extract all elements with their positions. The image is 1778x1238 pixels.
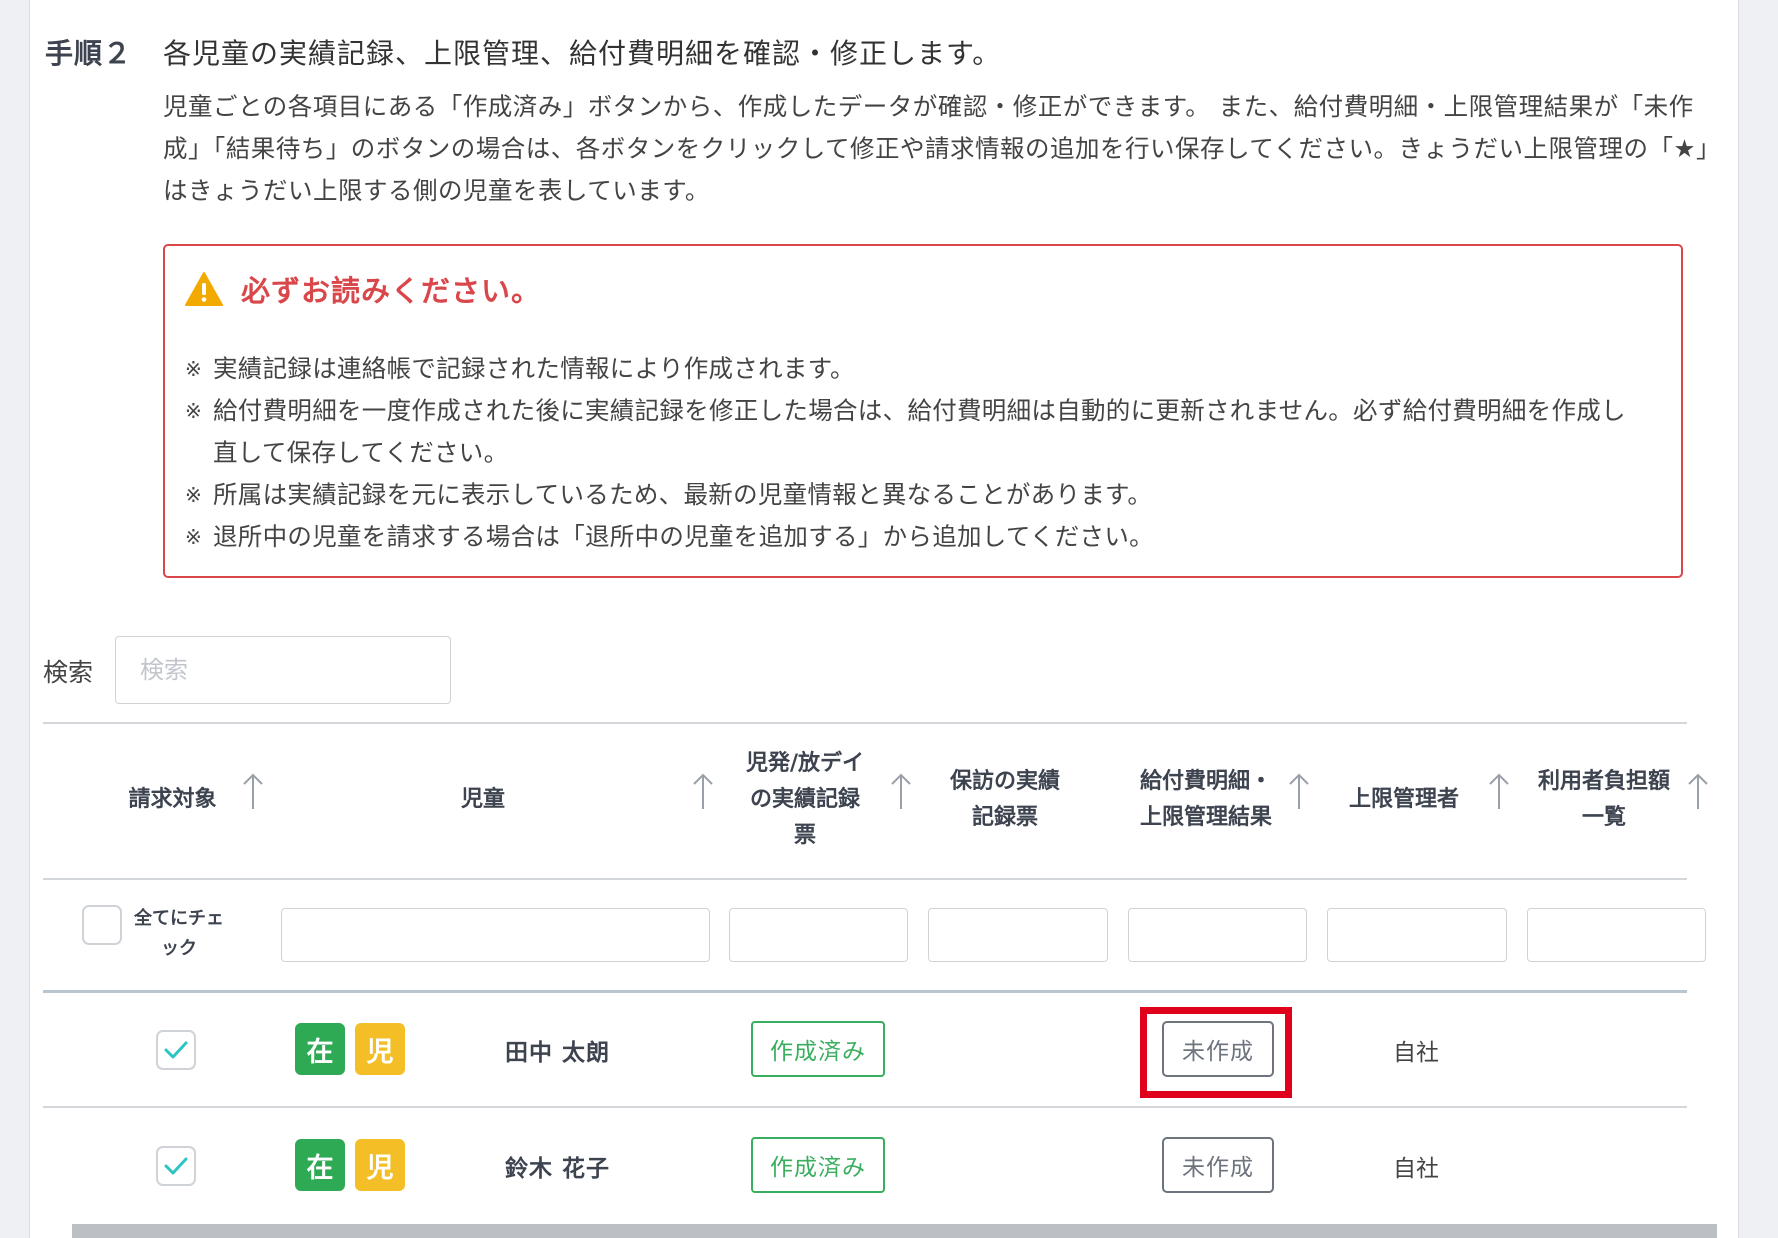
check-all-checkbox[interactable]: [82, 905, 122, 945]
notice-list: ※ 実績記録は連絡帳で記録された情報により作成されます。 ※ 給付費明細を一度作…: [185, 348, 1645, 558]
notice-title: 必ずお読みください。: [241, 274, 542, 308]
limit-manager-value: 自社: [1393, 1040, 1439, 1066]
filter-statement-input[interactable]: [1128, 908, 1307, 962]
column-header-user-burden[interactable]: 利用者負担額一覧: [1538, 722, 1670, 878]
column-header-statement[interactable]: 給付費明細・上限管理結果: [1140, 722, 1272, 878]
filter-record-input[interactable]: [729, 908, 908, 962]
warning-icon: [185, 271, 223, 307]
note-mark: ※: [185, 357, 203, 381]
filter-row-border: [43, 990, 1687, 993]
statement-not-created-button[interactable]: 未作成: [1162, 1137, 1274, 1193]
step-label: 手順２: [45, 37, 133, 70]
sort-arrow-icon[interactable]: [690, 772, 716, 812]
column-header-visit-record: 保訪の実績記録票: [949, 769, 1060, 830]
notice-item: ※ 実績記録は連絡帳で記録された情報により作成されます。: [185, 348, 1645, 390]
search-input[interactable]: [115, 636, 451, 704]
notice-item: ※ 給付費明細を一度作成された後に実績記録を修正した場合は、給付費明細は自動的に…: [185, 390, 1645, 474]
note-mark: ※: [185, 525, 203, 549]
highlight-box: [1140, 1007, 1292, 1098]
notice-header: 必ずお読みください。: [185, 268, 541, 310]
note-mark: ※: [185, 399, 203, 423]
enrolled-badge: 在: [295, 1023, 345, 1075]
notice-item-text: 実績記録は連絡帳で記録された情報により作成されます。: [213, 354, 855, 383]
step-description: 児童ごとの各項目にある「作成済み」ボタンから、作成したデータが確認・修正ができま…: [163, 92, 1709, 205]
search-label: 検索: [43, 658, 94, 687]
child-badge: 児: [355, 1023, 405, 1075]
sort-arrow-icon[interactable]: [1685, 772, 1711, 812]
column-header-child[interactable]: 児童: [283, 722, 683, 878]
filter-child-input[interactable]: [281, 908, 710, 962]
step-title: 各児童の実績記録、上限管理、給付費明細を確認・修正します。: [163, 37, 1002, 70]
check-icon: [164, 1157, 188, 1175]
column-header-record-sheet[interactable]: 児発/放デイの実績記録票: [740, 722, 870, 878]
record-done-button[interactable]: 作成済み: [751, 1137, 885, 1193]
table-bottom-bar: [72, 1224, 1717, 1238]
limit-manager-value: 自社: [1393, 1156, 1439, 1182]
sort-arrow-icon[interactable]: [888, 772, 914, 812]
record-done-button[interactable]: 作成済み: [751, 1021, 885, 1077]
column-header-billing-target[interactable]: 請求対象: [115, 722, 230, 878]
row-checkbox[interactable]: [156, 1030, 196, 1070]
row-divider: [43, 1106, 1687, 1108]
column-header-limit-manager[interactable]: 上限管理者: [1338, 722, 1470, 878]
child-name: 田中 太朗: [505, 1040, 611, 1066]
filter-user-burden-input[interactable]: [1527, 908, 1706, 962]
enrolled-badge: 在: [295, 1139, 345, 1191]
header-bottom-border: [43, 878, 1687, 880]
child-name: 鈴木 花子: [505, 1156, 611, 1182]
child-badge: 児: [355, 1139, 405, 1191]
notice-item: ※ 所属は実績記録を元に表示しているため、最新の児童情報と異なることがあります。: [185, 474, 1645, 516]
filter-limit-manager-input[interactable]: [1327, 908, 1507, 962]
notice-box: 必ずお読みください。 ※ 実績記録は連絡帳で記録された情報により作成されます。 …: [163, 244, 1683, 578]
note-mark: ※: [185, 483, 203, 507]
check-icon: [164, 1041, 188, 1059]
sort-arrow-icon[interactable]: [240, 772, 266, 812]
notice-item-text: 所属は実績記録を元に表示しているため、最新の児童情報と異なることがあります。: [213, 480, 1153, 509]
notice-item: ※ 退所中の児童を請求する場合は「退所中の児童を追加する」から追加してください。: [185, 516, 1645, 558]
sort-arrow-icon[interactable]: [1486, 772, 1512, 812]
sort-arrow-icon[interactable]: [1286, 772, 1312, 812]
notice-item-text: 退所中の児童を請求する場合は「退所中の児童を追加する」から追加してください。: [213, 522, 1154, 551]
row-checkbox[interactable]: [156, 1146, 196, 1186]
filter-visit-input[interactable]: [928, 908, 1108, 962]
notice-item-text: 給付費明細を一度作成された後に実績記録を修正した場合は、給付費明細は自動的に更新…: [213, 396, 1626, 467]
check-all-label: 全てにチェック: [134, 908, 224, 959]
